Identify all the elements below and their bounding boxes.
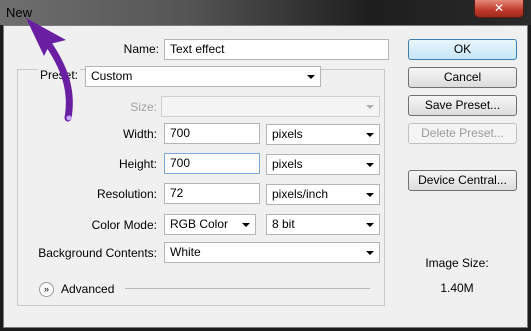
arrow-sparkle xyxy=(66,115,72,121)
annotation-arrow xyxy=(26,18,73,122)
arrow-head xyxy=(26,18,66,56)
arrow-shaft xyxy=(40,34,73,122)
